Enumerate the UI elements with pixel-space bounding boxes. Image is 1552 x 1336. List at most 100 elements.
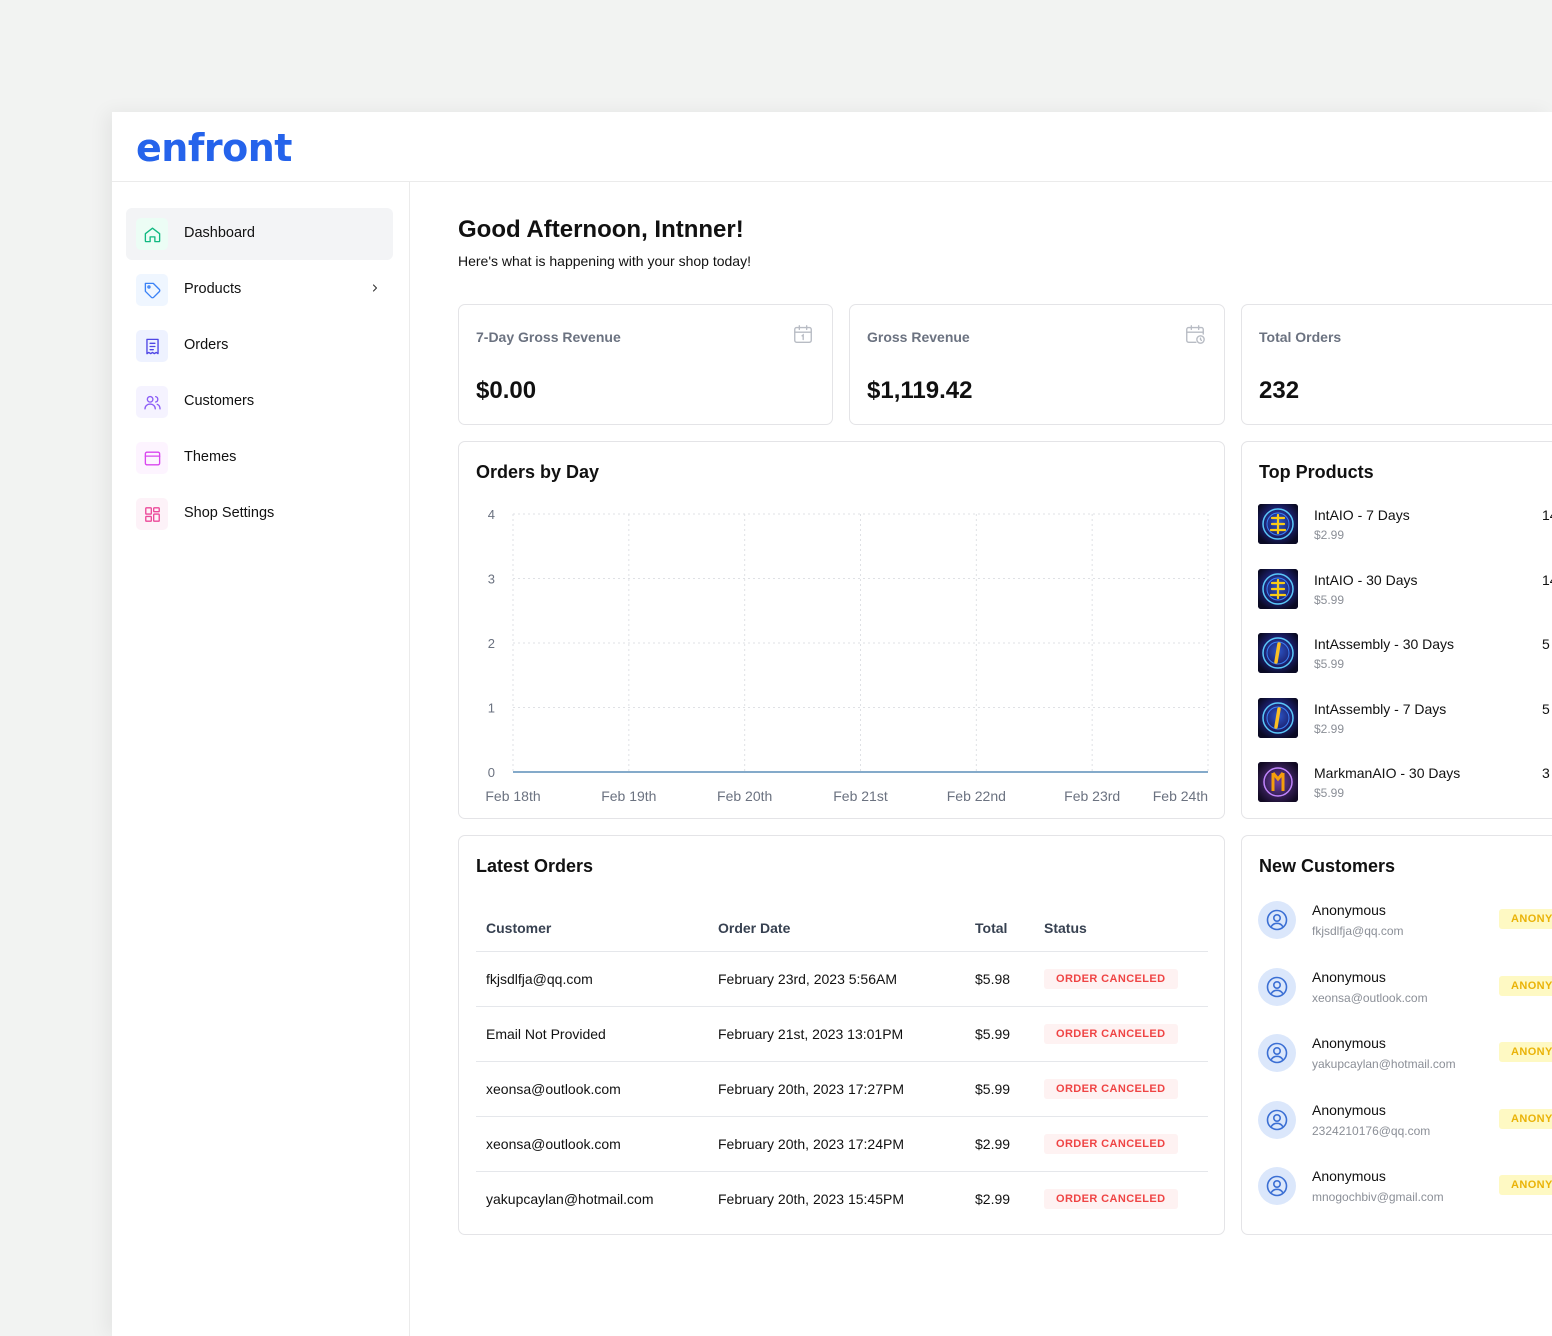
x-tick-label: Feb 24th <box>1153 788 1208 804</box>
stat-value: $0.00 <box>476 377 537 404</box>
x-tick-label: Feb 20th <box>717 788 772 804</box>
product-thumbnail <box>1258 697 1298 738</box>
order-status-cell: ORDER CANCELED <box>1034 1006 1208 1062</box>
orders-by-day-chart: 0 1 2 3 4 Feb 18th Feb 19th Feb 20th Feb 21st Feb… <box>485 507 1209 804</box>
sidebar-item-products[interactable]: Products <box>126 264 393 316</box>
table-row[interactable]: yakupcaylan@hotmail.com February 20th, 20… <box>476 1171 1208 1226</box>
product-sales-count: 14 <box>1542 571 1552 588</box>
tag-icon <box>136 274 168 306</box>
y-tick-label: 2 <box>488 636 495 651</box>
product-sales-count: 14 <box>1542 507 1552 523</box>
list-item[interactable]: MarkmanAIO - 30 Days $5.99 3 <box>1258 760 1552 804</box>
x-tick-label: Feb 21st <box>833 788 888 804</box>
chevron-right-icon[interactable] <box>367 278 383 298</box>
product-price: $5.99 <box>1314 786 1345 800</box>
x-tick-label: Feb 18th <box>485 788 540 804</box>
status-badge: ORDER CANCELED <box>1044 1078 1178 1099</box>
product-price: $5.99 <box>1314 657 1345 671</box>
sidebar-item-label: Themes <box>184 449 237 465</box>
calendar-icon <box>794 325 812 343</box>
order-total: $5.98 <box>965 951 1034 1007</box>
product-price: $5.99 <box>1314 592 1345 607</box>
table-header-row: Customer Order Date Total Status <box>476 906 1208 952</box>
customer-type-badge: ANONYMOUS <box>1499 1108 1552 1129</box>
order-date: February 20th, 2023 15:45PM <box>718 1190 905 1207</box>
stat-label: 7-Day Gross Revenue <box>476 329 621 345</box>
customer-type-badge: ANONYMOUS <box>1499 1042 1552 1062</box>
stat-label: Gross Revenue <box>867 329 970 345</box>
order-status-cell: ORDER CANCELED <box>1034 951 1208 1007</box>
order-date: February 23rd, 2023 5:56AM <box>708 951 965 1007</box>
y-tick-label: 1 <box>488 701 495 716</box>
order-customer: fkjsdlfja@qq.com <box>476 951 708 1007</box>
orders-by-day-card: Orders by Day 0 1 2 3 4 Feb 18th Feb 19th Feb 2… <box>458 441 1225 819</box>
sidebar-item-dashboard[interactable]: Dashboard <box>126 208 393 260</box>
stat-label: Total Orders <box>1259 329 1342 345</box>
table-row[interactable]: xeonsa@outlook.com February 20th, 2023 17… <box>476 1061 1208 1117</box>
list-item[interactable]: IntAssembly - 30 Days $5.99 5 <box>1258 631 1552 675</box>
order-customer: yakupcaylan@hotmail.com <box>486 1190 654 1207</box>
status-badge: ORDER CANCELED <box>1044 1133 1178 1154</box>
customer-name: Anonymous <box>1312 968 1386 985</box>
column-header-order-date[interactable]: Order Date <box>708 906 965 952</box>
sidebar: Dashboard Products Orders Customers Themes Sh… <box>112 182 410 1336</box>
customer-type-badge: ANONYMOUS <box>1499 975 1552 996</box>
list-item[interactable]: IntAIO - 7 Days $2.99 14 <box>1258 502 1552 546</box>
list-item[interactable]: Anonymous xeonsa@outlook.com ANONYMOUS <box>1258 966 1552 1012</box>
sidebar-item-customers[interactable]: Customers <box>126 376 393 428</box>
status-badge: ORDER CANCELED <box>1044 1188 1178 1209</box>
column-header-customer[interactable]: Customer <box>476 906 708 952</box>
list-item[interactable]: IntAIO - 30 Days $5.99 14 <box>1258 567 1552 611</box>
order-status-cell: ORDER CANCELED <box>1034 1116 1208 1172</box>
order-total: $5.99 <box>965 1061 1034 1117</box>
product-name: IntAIO - 7 Days <box>1314 507 1410 523</box>
new-customers-title: New Customers <box>1259 856 1396 876</box>
customer-email: xeonsa@outlook.com <box>1312 990 1428 1005</box>
sidebar-item-label: Shop Settings <box>184 505 275 521</box>
list-item[interactable]: Anonymous 2324210176@qq.com ANONYMOUS <box>1258 1099 1552 1145</box>
product-name: MarkmanAIO - 30 Days <box>1314 765 1461 781</box>
product-thumbnail <box>1258 762 1298 802</box>
list-item[interactable]: Anonymous yakupcaylan@hotmail.com ANONYMOU… <box>1258 1032 1552 1078</box>
column-header-total[interactable]: Total <box>965 906 1034 952</box>
order-customer: Email Not Provided <box>476 1006 708 1062</box>
list-item[interactable]: Anonymous mnogochbiv@gmail.com ANONYMOUS <box>1258 1165 1552 1211</box>
page-subtitle: Here's what is happening with your shop … <box>458 253 751 269</box>
user-avatar-icon <box>1258 901 1296 939</box>
latest-orders-card: Latest Orders Customer Order Date Total … <box>458 835 1225 1235</box>
product-name: IntAIO - 30 Days <box>1314 571 1418 588</box>
order-date: February 21st, 2023 13:01PM <box>708 1006 965 1062</box>
y-tick-label: 3 <box>488 572 495 587</box>
product-price: $2.99 <box>1314 528 1345 542</box>
sidebar-item-orders[interactable]: Orders <box>126 320 393 372</box>
home-icon <box>136 218 168 250</box>
main-content: Good Afternoon, Intnner! Here's what is … <box>411 182 1552 1336</box>
product-thumbnail <box>1258 504 1298 544</box>
user-avatar-icon <box>1258 1100 1296 1139</box>
table-row[interactable]: Email Not Provided February 21st, 2023 13… <box>476 1006 1208 1062</box>
sidebar-item-shop-settings[interactable]: Shop Settings <box>126 488 393 540</box>
order-customer: xeonsa@outlook.com <box>476 1116 708 1172</box>
page-title: Good Afternoon, Intnner! <box>458 216 744 243</box>
app-window: enfront Dashboard Products Orders Customers… <box>112 112 1552 1336</box>
stat-card-total-orders: Total Orders 232 <box>1241 304 1552 425</box>
customer-name: Anonymous <box>1312 1101 1386 1118</box>
users-icon <box>136 386 168 418</box>
list-item[interactable]: Anonymous fkjsdlfja@qq.com ANONYMOUS <box>1258 899 1552 945</box>
sidebar-item-label: Customers <box>184 393 255 409</box>
product-name: IntAssembly - 7 Days <box>1314 700 1447 717</box>
customer-name: Anonymous <box>1312 1035 1386 1051</box>
calendar-clock-icon <box>1186 325 1205 344</box>
table-row[interactable]: fkjsdlfja@qq.com February 23rd, 2023 5:56… <box>476 951 1208 1007</box>
product-thumbnail <box>1258 568 1298 609</box>
sidebar-item-themes[interactable]: Themes <box>126 432 393 484</box>
enfront-logo[interactable]: enfront <box>136 126 292 170</box>
table-row[interactable]: xeonsa@outlook.com February 20th, 2023 17… <box>476 1116 1208 1172</box>
y-tick-label: 4 <box>488 507 495 522</box>
grid-icon <box>136 498 168 530</box>
customer-email: 2324210176@qq.com <box>1312 1123 1431 1138</box>
column-header-status[interactable]: Status <box>1034 906 1208 952</box>
list-item[interactable]: IntAssembly - 7 Days $2.99 5 <box>1258 696 1552 740</box>
customer-email: yakupcaylan@hotmail.com <box>1312 1057 1456 1071</box>
order-total: $2.99 <box>965 1116 1034 1172</box>
